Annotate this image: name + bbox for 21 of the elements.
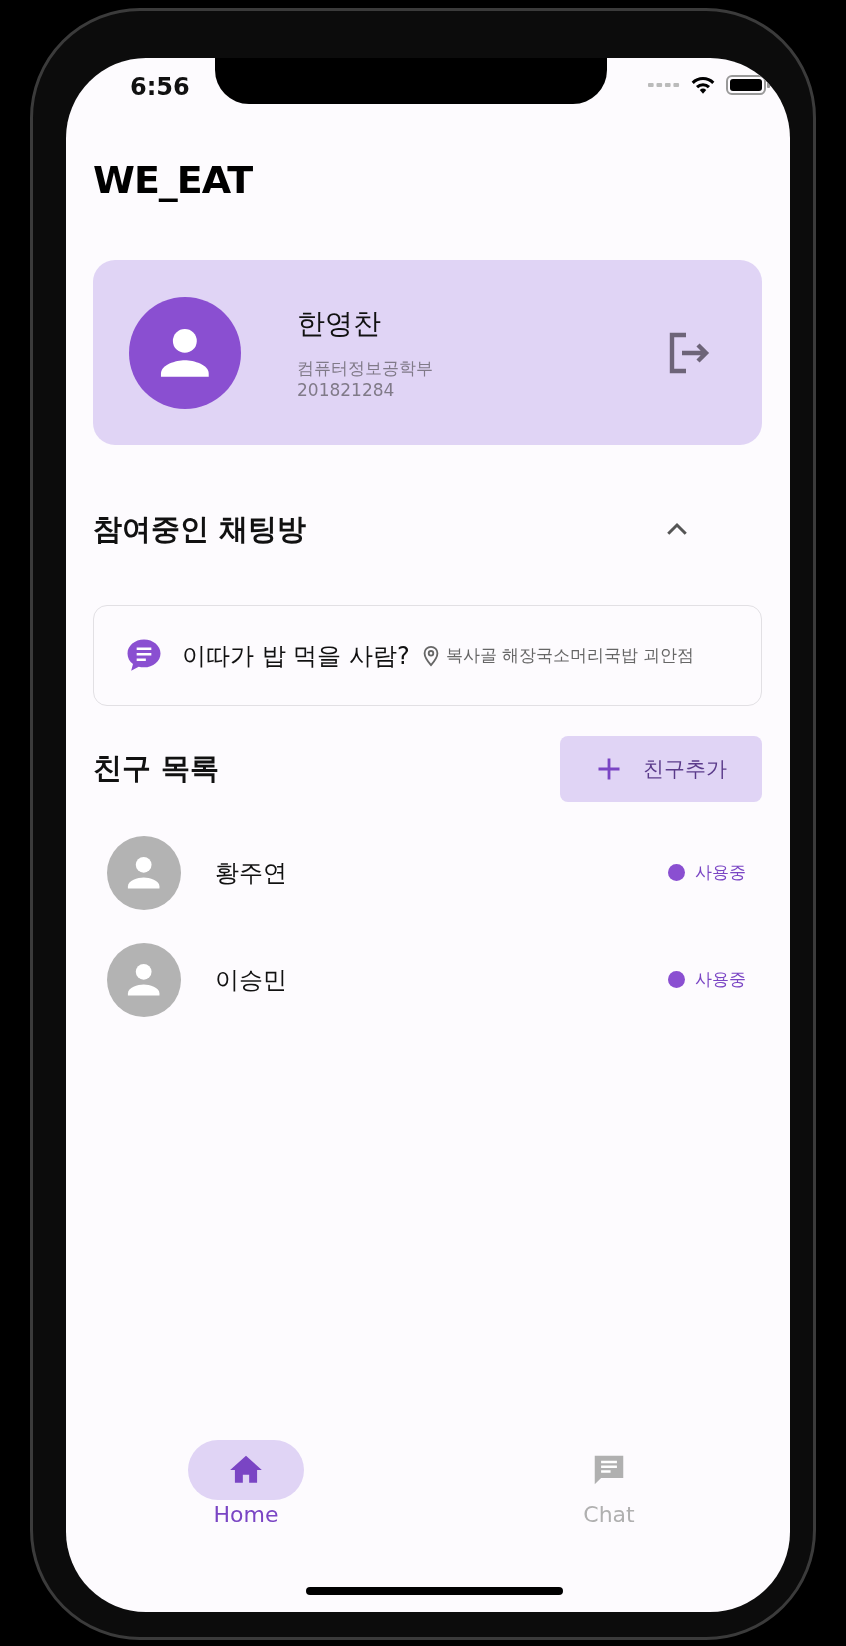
department-text: 컴퓨터정보공학부 bbox=[297, 356, 434, 379]
battery-icon bbox=[726, 75, 770, 95]
nav-home-tab[interactable] bbox=[188, 1440, 304, 1500]
status-text: 사용중 bbox=[695, 861, 746, 884]
nav-label: Home bbox=[213, 1502, 279, 1527]
friend-name: 황주연 bbox=[215, 857, 288, 889]
signal-icon bbox=[648, 81, 680, 89]
nav-label: Chat bbox=[583, 1502, 635, 1527]
section-title: 참여중인 채팅방 bbox=[93, 511, 307, 548]
location-text: 복사골 해장국소머리국밥 괴안점 bbox=[445, 644, 695, 667]
student-id: 201821284 bbox=[297, 378, 396, 401]
chat-room-card[interactable]: 이따가 밥 먹을 사람? 복사골 해장국소머리국밥 괴안점 bbox=[93, 605, 762, 706]
friend-name: 이승민 bbox=[215, 964, 288, 996]
add-friend-button[interactable]: 친구추가 bbox=[560, 736, 762, 802]
section-title: 친구 목록 bbox=[93, 750, 220, 787]
wifi-icon bbox=[690, 75, 716, 95]
status-text: 사용중 bbox=[695, 968, 746, 991]
user-name: 한영찬 bbox=[297, 305, 382, 342]
chat-room-title: 이따가 밥 먹을 사람? bbox=[182, 640, 410, 672]
status-time: 6:56 bbox=[130, 72, 190, 101]
app-title: WE_EAT bbox=[93, 157, 254, 203]
